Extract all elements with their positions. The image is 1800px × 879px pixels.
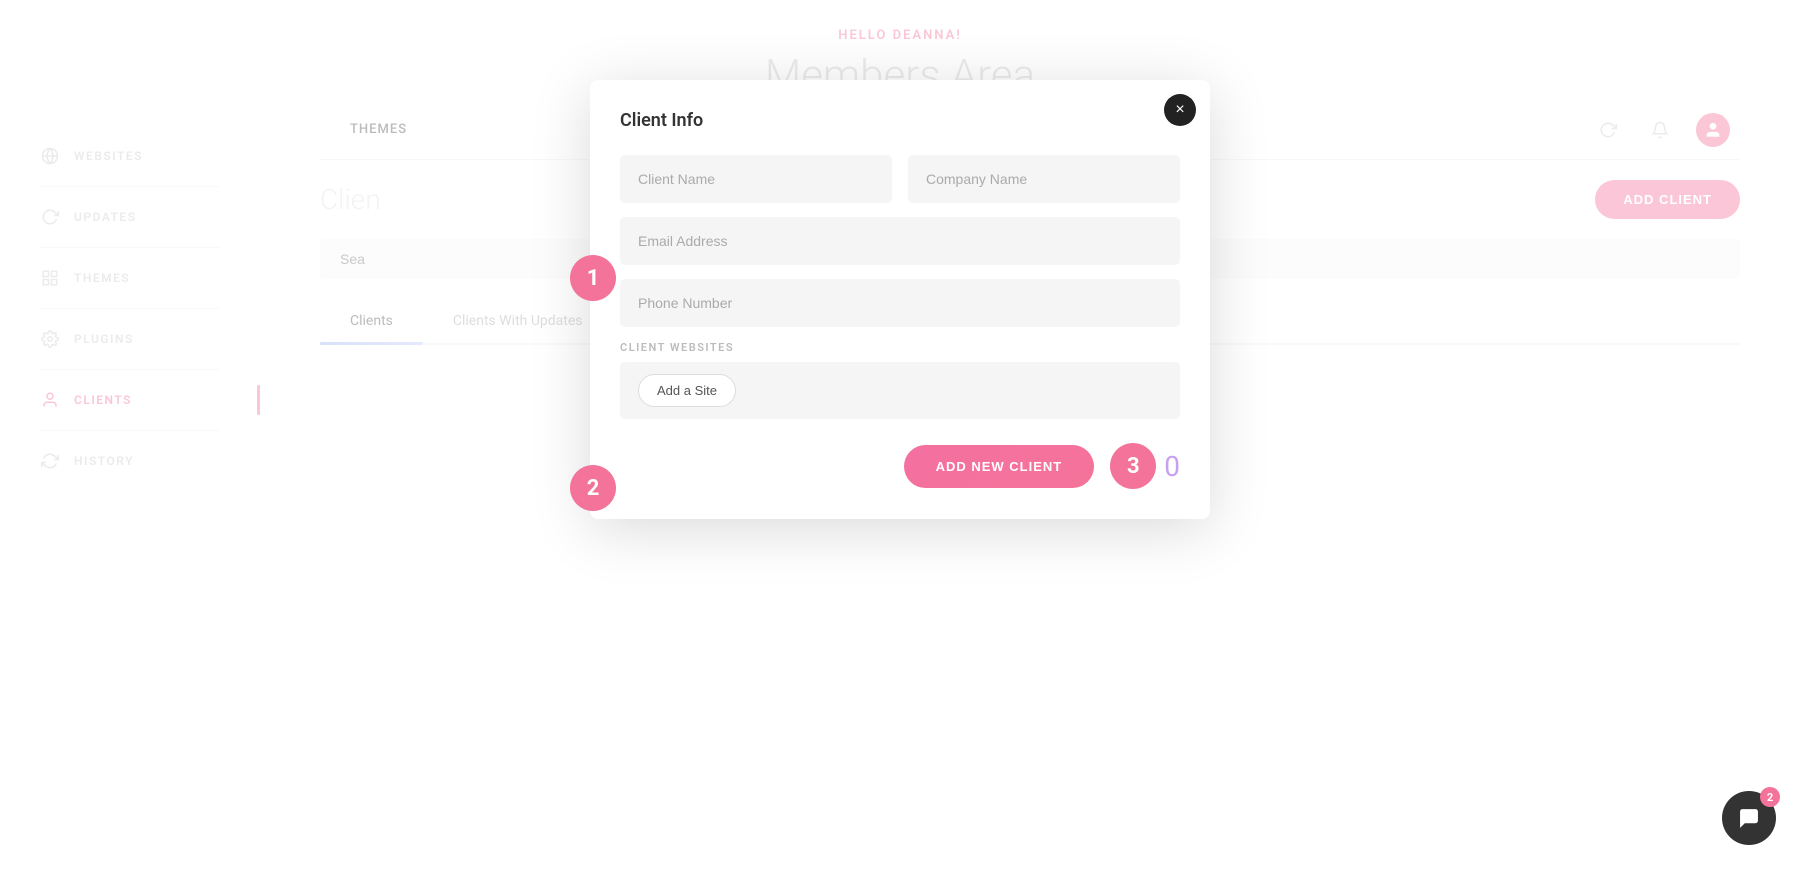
modal-close-button[interactable]: × bbox=[1164, 94, 1196, 126]
client-name-input[interactable] bbox=[620, 155, 892, 203]
purple-zero: 0 bbox=[1164, 450, 1180, 483]
websites-label: CLIENT WEBSITES bbox=[620, 341, 1180, 354]
modal: 1 2 × Client Info CLIENT WEBSITES Add a … bbox=[590, 80, 1210, 519]
step-3-badge: 3 0 bbox=[1110, 443, 1180, 489]
modal-title: Client Info bbox=[620, 110, 1180, 131]
chat-bubble[interactable]: 2 bbox=[1722, 791, 1776, 845]
modal-footer: ADD NEW CLIENT 3 0 bbox=[620, 443, 1180, 489]
step-2-badge: 2 bbox=[570, 465, 616, 511]
step-1-badge: 1 bbox=[570, 255, 616, 301]
phone-input[interactable] bbox=[620, 279, 1180, 327]
add-new-client-button[interactable]: ADD NEW CLIENT bbox=[904, 445, 1095, 488]
modal-overlay: 1 2 × Client Info CLIENT WEBSITES Add a … bbox=[0, 0, 1800, 869]
company-name-input[interactable] bbox=[908, 155, 1180, 203]
email-input[interactable] bbox=[620, 217, 1180, 265]
chat-badge: 2 bbox=[1760, 787, 1780, 807]
add-site-button[interactable]: Add a Site bbox=[638, 374, 736, 407]
